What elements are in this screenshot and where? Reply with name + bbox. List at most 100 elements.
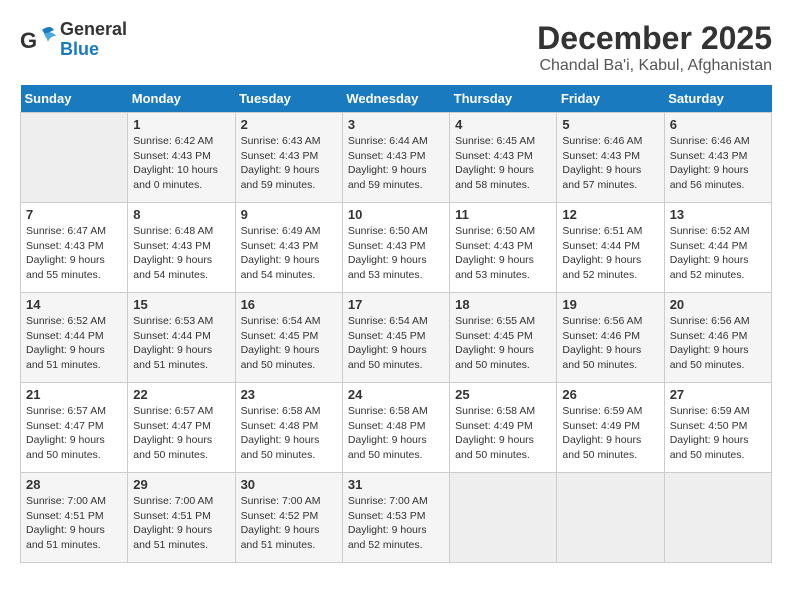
- calendar-cell: 13 Sunrise: 6:52 AM Sunset: 4:44 PM Dayl…: [664, 203, 771, 293]
- daylight-text: Daylight: 9 hours and 52 minutes.: [562, 253, 658, 282]
- day-header-wednesday: Wednesday: [342, 85, 449, 113]
- sunset-text: Sunset: 4:43 PM: [133, 239, 229, 254]
- calendar-cell: 30 Sunrise: 7:00 AM Sunset: 4:52 PM Dayl…: [235, 473, 342, 563]
- calendar-cell: 1 Sunrise: 6:42 AM Sunset: 4:43 PM Dayli…: [128, 113, 235, 203]
- day-number: 15: [133, 297, 229, 312]
- day-number: 23: [241, 387, 337, 402]
- calendar-cell: 3 Sunrise: 6:44 AM Sunset: 4:43 PM Dayli…: [342, 113, 449, 203]
- calendar-cell: 21 Sunrise: 6:57 AM Sunset: 4:47 PM Dayl…: [21, 383, 128, 473]
- daylight-text: Daylight: 9 hours and 54 minutes.: [241, 253, 337, 282]
- sunrise-text: Sunrise: 6:59 AM: [562, 404, 658, 419]
- daylight-text: Daylight: 9 hours and 50 minutes.: [26, 433, 122, 462]
- sunrise-text: Sunrise: 6:49 AM: [241, 224, 337, 239]
- calendar-cell: 7 Sunrise: 6:47 AM Sunset: 4:43 PM Dayli…: [21, 203, 128, 293]
- daylight-text: Daylight: 9 hours and 50 minutes.: [562, 433, 658, 462]
- day-info: Sunrise: 6:48 AM Sunset: 4:43 PM Dayligh…: [133, 224, 229, 283]
- day-info: Sunrise: 7:00 AM Sunset: 4:51 PM Dayligh…: [26, 494, 122, 553]
- day-info: Sunrise: 7:00 AM Sunset: 4:51 PM Dayligh…: [133, 494, 229, 553]
- day-number: 16: [241, 297, 337, 312]
- title-block: December 2025 Chandal Ba'i, Kabul, Afgha…: [537, 20, 772, 75]
- sunset-text: Sunset: 4:45 PM: [348, 329, 444, 344]
- calendar-cell: 5 Sunrise: 6:46 AM Sunset: 4:43 PM Dayli…: [557, 113, 664, 203]
- sunset-text: Sunset: 4:44 PM: [670, 239, 766, 254]
- calendar-header-row: SundayMondayTuesdayWednesdayThursdayFrid…: [21, 85, 772, 113]
- sunset-text: Sunset: 4:45 PM: [455, 329, 551, 344]
- day-number: 3: [348, 117, 444, 132]
- sunrise-text: Sunrise: 6:56 AM: [670, 314, 766, 329]
- sunrise-text: Sunrise: 6:48 AM: [133, 224, 229, 239]
- calendar-cell: 19 Sunrise: 6:56 AM Sunset: 4:46 PM Dayl…: [557, 293, 664, 383]
- daylight-text: Daylight: 9 hours and 50 minutes.: [670, 343, 766, 372]
- calendar-cell: 14 Sunrise: 6:52 AM Sunset: 4:44 PM Dayl…: [21, 293, 128, 383]
- calendar-week-3: 14 Sunrise: 6:52 AM Sunset: 4:44 PM Dayl…: [21, 293, 772, 383]
- calendar-week-5: 28 Sunrise: 7:00 AM Sunset: 4:51 PM Dayl…: [21, 473, 772, 563]
- day-number: 20: [670, 297, 766, 312]
- location: Chandal Ba'i, Kabul, Afghanistan: [537, 57, 772, 75]
- day-number: 9: [241, 207, 337, 222]
- day-number: 10: [348, 207, 444, 222]
- day-number: 8: [133, 207, 229, 222]
- daylight-text: Daylight: 9 hours and 53 minutes.: [348, 253, 444, 282]
- daylight-text: Daylight: 9 hours and 59 minutes.: [348, 163, 444, 192]
- daylight-text: Daylight: 9 hours and 50 minutes.: [348, 343, 444, 372]
- day-info: Sunrise: 6:54 AM Sunset: 4:45 PM Dayligh…: [241, 314, 337, 373]
- day-number: 4: [455, 117, 551, 132]
- calendar-cell: 16 Sunrise: 6:54 AM Sunset: 4:45 PM Dayl…: [235, 293, 342, 383]
- sunrise-text: Sunrise: 6:58 AM: [455, 404, 551, 419]
- sunset-text: Sunset: 4:45 PM: [241, 329, 337, 344]
- logo-text: General: [60, 20, 127, 40]
- day-info: Sunrise: 6:50 AM Sunset: 4:43 PM Dayligh…: [348, 224, 444, 283]
- calendar-cell: 29 Sunrise: 7:00 AM Sunset: 4:51 PM Dayl…: [128, 473, 235, 563]
- sunrise-text: Sunrise: 6:50 AM: [455, 224, 551, 239]
- day-info: Sunrise: 6:56 AM Sunset: 4:46 PM Dayligh…: [562, 314, 658, 373]
- sunset-text: Sunset: 4:43 PM: [670, 149, 766, 164]
- sunset-text: Sunset: 4:46 PM: [562, 329, 658, 344]
- sunrise-text: Sunrise: 6:57 AM: [26, 404, 122, 419]
- calendar-cell: 9 Sunrise: 6:49 AM Sunset: 4:43 PM Dayli…: [235, 203, 342, 293]
- calendar-cell: 4 Sunrise: 6:45 AM Sunset: 4:43 PM Dayli…: [450, 113, 557, 203]
- sunrise-text: Sunrise: 6:53 AM: [133, 314, 229, 329]
- sunrise-text: Sunrise: 6:46 AM: [562, 134, 658, 149]
- sunrise-text: Sunrise: 6:54 AM: [348, 314, 444, 329]
- day-number: 12: [562, 207, 658, 222]
- day-info: Sunrise: 6:55 AM Sunset: 4:45 PM Dayligh…: [455, 314, 551, 373]
- sunrise-text: Sunrise: 6:52 AM: [26, 314, 122, 329]
- day-info: Sunrise: 6:59 AM Sunset: 4:50 PM Dayligh…: [670, 404, 766, 463]
- sunset-text: Sunset: 4:51 PM: [133, 509, 229, 524]
- day-info: Sunrise: 6:52 AM Sunset: 4:44 PM Dayligh…: [670, 224, 766, 283]
- sunset-text: Sunset: 4:51 PM: [26, 509, 122, 524]
- calendar-cell: 18 Sunrise: 6:55 AM Sunset: 4:45 PM Dayl…: [450, 293, 557, 383]
- sunset-text: Sunset: 4:46 PM: [670, 329, 766, 344]
- daylight-text: Daylight: 9 hours and 50 minutes.: [670, 433, 766, 462]
- daylight-text: Daylight: 9 hours and 50 minutes.: [455, 343, 551, 372]
- day-info: Sunrise: 6:46 AM Sunset: 4:43 PM Dayligh…: [562, 134, 658, 193]
- day-number: 27: [670, 387, 766, 402]
- day-info: Sunrise: 6:47 AM Sunset: 4:43 PM Dayligh…: [26, 224, 122, 283]
- sunrise-text: Sunrise: 6:56 AM: [562, 314, 658, 329]
- calendar-cell: 22 Sunrise: 6:57 AM Sunset: 4:47 PM Dayl…: [128, 383, 235, 473]
- day-header-saturday: Saturday: [664, 85, 771, 113]
- sunset-text: Sunset: 4:52 PM: [241, 509, 337, 524]
- day-number: 2: [241, 117, 337, 132]
- day-number: 5: [562, 117, 658, 132]
- day-number: 13: [670, 207, 766, 222]
- day-number: 6: [670, 117, 766, 132]
- sunrise-text: Sunrise: 7:00 AM: [133, 494, 229, 509]
- sunset-text: Sunset: 4:48 PM: [241, 419, 337, 434]
- month-year: December 2025: [537, 20, 772, 57]
- day-number: 19: [562, 297, 658, 312]
- day-number: 29: [133, 477, 229, 492]
- calendar-cell: 2 Sunrise: 6:43 AM Sunset: 4:43 PM Dayli…: [235, 113, 342, 203]
- calendar-cell: 20 Sunrise: 6:56 AM Sunset: 4:46 PM Dayl…: [664, 293, 771, 383]
- day-header-sunday: Sunday: [21, 85, 128, 113]
- logo-icon: G: [20, 22, 56, 58]
- daylight-text: Daylight: 9 hours and 51 minutes.: [26, 523, 122, 552]
- day-number: 17: [348, 297, 444, 312]
- calendar-table: SundayMondayTuesdayWednesdayThursdayFrid…: [20, 85, 772, 563]
- day-info: Sunrise: 6:49 AM Sunset: 4:43 PM Dayligh…: [241, 224, 337, 283]
- daylight-text: Daylight: 9 hours and 50 minutes.: [241, 343, 337, 372]
- day-info: Sunrise: 6:59 AM Sunset: 4:49 PM Dayligh…: [562, 404, 658, 463]
- daylight-text: Daylight: 9 hours and 50 minutes.: [348, 433, 444, 462]
- day-number: 28: [26, 477, 122, 492]
- calendar-week-4: 21 Sunrise: 6:57 AM Sunset: 4:47 PM Dayl…: [21, 383, 772, 473]
